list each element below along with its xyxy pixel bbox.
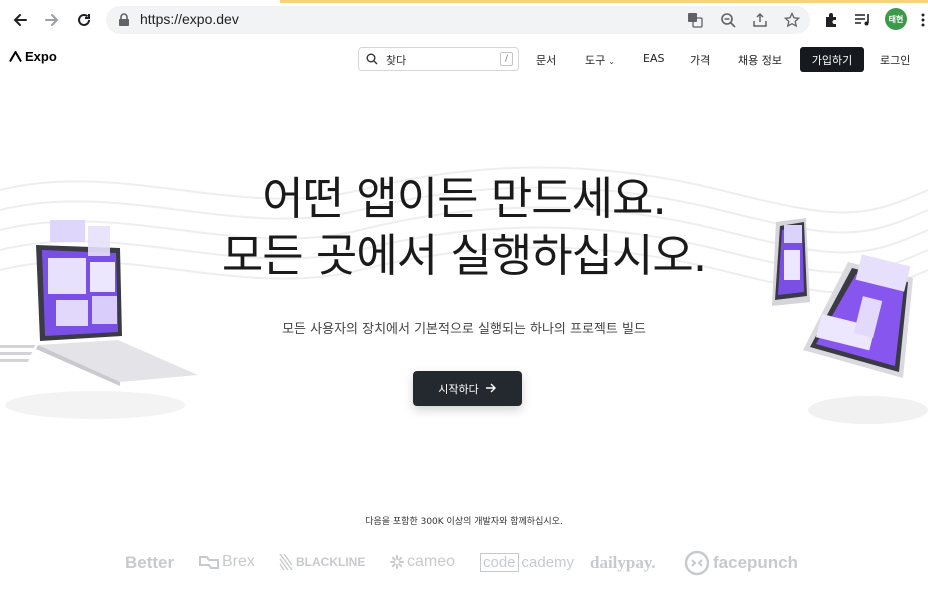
nav-careers[interactable]: 채용 정보 — [738, 52, 782, 68]
extensions-icon[interactable] — [821, 10, 841, 30]
browser-toolbar: https://expo.dev 태현 — [0, 0, 928, 40]
trust-text: 다음을 포함한 300K 이상의 개발자와 함께하십시오. — [365, 517, 563, 527]
back-icon[interactable] — [10, 10, 30, 30]
forward-icon[interactable] — [42, 10, 62, 30]
brand-better: Better — [125, 553, 175, 572]
site-header: Expo 찾다 / 문서 도구 ⌄ EAS 가격 채용 정보 가입하기 로그인 — [0, 40, 928, 80]
reload-icon[interactable] — [74, 10, 94, 30]
brand-facepunch: facepunch — [684, 550, 798, 576]
search-placeholder: 찾다 — [386, 54, 407, 67]
loading-bar — [280, 0, 928, 3]
zoom-icon[interactable] — [719, 11, 737, 29]
expo-mark-icon — [9, 51, 22, 62]
brand-cameo-label: cameo — [407, 553, 456, 570]
brand-blackline: BLACKLINE — [279, 553, 365, 571]
brand-facepunch-label: facepunch — [713, 553, 799, 572]
brand-cameo: cameo — [390, 553, 455, 571]
brand-codecademy-box: code — [480, 553, 519, 572]
translate-icon[interactable] — [686, 11, 704, 29]
media-control-icon[interactable] — [853, 10, 873, 30]
cta-label: 시작하다 — [438, 382, 479, 396]
cameo-logo-icon — [390, 555, 404, 569]
get-started-button[interactable]: 시작하다 — [413, 371, 522, 406]
login-link[interactable]: 로그인 — [880, 52, 910, 68]
brand-codecademy-label: cademy — [521, 554, 575, 571]
nav-pricing[interactable]: 가격 — [690, 52, 710, 68]
signup-button[interactable]: 가입하기 — [800, 47, 864, 72]
hero-section: 어떤 앱이든 만드세요. 모든 곳에서 실행하십시오. 모든 사용자의 장치에서… — [0, 80, 928, 605]
address-bar[interactable]: https://expo.dev — [106, 6, 810, 34]
brand-brex: Brex — [199, 553, 255, 571]
brand-codecademy: code cademy — [480, 553, 574, 572]
expo-logo[interactable]: Expo — [9, 49, 57, 64]
brand-brex-label: Brex — [222, 553, 255, 570]
hero-subtitle: 모든 사용자의 장치에서 기본적으로 실행되는 하나의 프로젝트 빌드 — [282, 322, 646, 337]
blackline-logo-icon — [279, 553, 293, 571]
chevron-down-icon: ⌄ — [608, 57, 615, 66]
search-shortcut-key: / — [500, 52, 513, 66]
logo-text: Expo — [25, 49, 57, 64]
hero-headline: 어떤 앱이든 만드세요. 모든 곳에서 실행하십시오. — [0, 170, 928, 284]
facepunch-logo-icon — [684, 550, 710, 576]
brex-logo-icon — [199, 556, 219, 569]
search-input[interactable]: 찾다 / — [358, 47, 519, 71]
menu-kebab-icon[interactable] — [918, 10, 928, 30]
headline-line-2: 모든 곳에서 실행하십시오. — [221, 229, 707, 282]
bookmark-star-icon[interactable] — [783, 11, 801, 29]
brand-blackline-label: BLACKLINE — [296, 555, 366, 569]
nav-docs[interactable]: 문서 — [536, 52, 556, 68]
brand-dailypay: dailypay. — [590, 553, 656, 572]
arrow-right-icon — [485, 382, 497, 396]
lock-icon — [119, 13, 129, 26]
share-icon[interactable] — [751, 11, 769, 29]
nav-eas[interactable]: EAS — [643, 52, 664, 65]
headline-line-1: 어떤 앱이든 만드세요. — [262, 172, 667, 225]
search-icon — [366, 53, 378, 65]
nav-tools[interactable]: 도구 ⌄ — [585, 52, 615, 68]
nav-tools-label: 도구 — [585, 54, 606, 67]
profile-avatar[interactable]: 태현 — [885, 8, 907, 30]
url-text: https://expo.dev — [140, 11, 239, 27]
